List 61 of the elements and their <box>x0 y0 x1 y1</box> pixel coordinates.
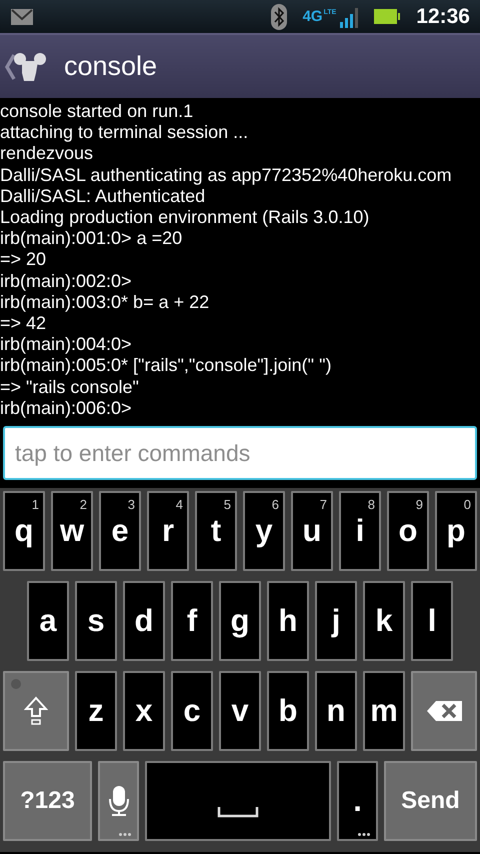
console-line: irb(main):004:0> <box>0 334 133 356</box>
backspace-icon <box>426 699 462 723</box>
keyboard-key[interactable]: w 2 <box>51 491 93 571</box>
keyboard-key[interactable]: p 0 <box>435 491 477 571</box>
keyboard-key[interactable]: i 8 <box>339 491 381 571</box>
keyboard-key[interactable]: a <box>27 581 69 661</box>
console-line: => 20 <box>0 249 48 271</box>
keyboard-key[interactable]: o 9 <box>387 491 429 571</box>
keyboard-key[interactable]: v <box>219 671 261 751</box>
keyboard-key[interactable]: z <box>75 671 117 751</box>
keyboard-key[interactable]: k <box>363 581 405 661</box>
keyboard-key[interactable]: l <box>411 581 453 661</box>
keyboard-key[interactable]: Send <box>384 761 477 841</box>
keyboard-key[interactable]: j <box>315 581 357 661</box>
console-line: => 42 <box>0 313 48 334</box>
keyboard-key[interactable]: ?123 <box>3 761 92 841</box>
mail-icon <box>10 6 34 26</box>
keyboard-key[interactable]: t 5 <box>195 491 237 571</box>
shift-key[interactable] <box>3 671 69 751</box>
keyboard-key[interactable]: q 1 <box>3 491 45 571</box>
signal-icon <box>340 6 358 28</box>
console-line: irb(main):005:0* ["rails","console"].join(" ") <box>0 355 332 377</box>
keyboard-key[interactable]: c <box>171 671 213 751</box>
console-line: console started on run.1 <box>0 101 194 122</box>
battery-icon <box>374 9 400 24</box>
keyboard-key[interactable]: u 7 <box>291 491 333 571</box>
space-icon <box>217 806 259 818</box>
keyboard-key[interactable]: d <box>123 581 165 661</box>
console-line: => "rails console" <box>0 376 140 398</box>
keyboard-key[interactable]: e 3 <box>99 491 141 571</box>
console-line: irb(main):002:0> <box>0 270 133 292</box>
keyboard-key[interactable]: r 4 <box>147 491 189 571</box>
keyboard-key[interactable]: h <box>267 581 309 661</box>
keyboard-key[interactable]: b <box>267 671 309 751</box>
keyboard-key[interactable]: f <box>171 581 213 661</box>
network-type: 4G <box>302 9 323 24</box>
console-line: irb(main):006:0> <box>0 398 133 420</box>
keyboard-key[interactable]: n <box>315 671 357 751</box>
keyboard-key[interactable]: s <box>75 581 117 661</box>
keyboard-key[interactable]: m <box>363 671 405 751</box>
console-line: irb(main):001:0> a =20 <box>0 228 184 250</box>
keyboard-key[interactable]: x <box>123 671 165 751</box>
screen-title: console <box>64 50 158 84</box>
console-line: irb(main):003:0* b= a + 22 <box>0 292 210 314</box>
mic-key[interactable] <box>98 761 139 841</box>
console-line: attaching to terminal session ... <box>0 122 250 144</box>
microphone-icon <box>106 785 130 817</box>
keyboard-key[interactable]: y 6 <box>243 491 285 571</box>
clock-time: 12:36 <box>416 4 470 30</box>
app-logo-icon[interactable] <box>4 50 48 82</box>
bluetooth-icon <box>270 4 287 30</box>
console-line: Loading production environment (Rails 3.0.10) <box>0 207 370 228</box>
keyboard-key[interactable]: g <box>219 581 261 661</box>
command-field[interactable]: tap to enter commands <box>3 426 477 480</box>
space-key[interactable] <box>145 761 331 841</box>
keyboard-key[interactable]: . <box>337 761 378 841</box>
backspace-key[interactable] <box>411 671 477 751</box>
shift-icon <box>24 696 48 726</box>
console-line: Dalli/SASL: Authenticated <box>0 186 206 208</box>
console-line: rendezvous <box>0 143 94 165</box>
console-line: Dalli/SASL authenticating as app772352%40heroku.com <box>0 164 453 186</box>
